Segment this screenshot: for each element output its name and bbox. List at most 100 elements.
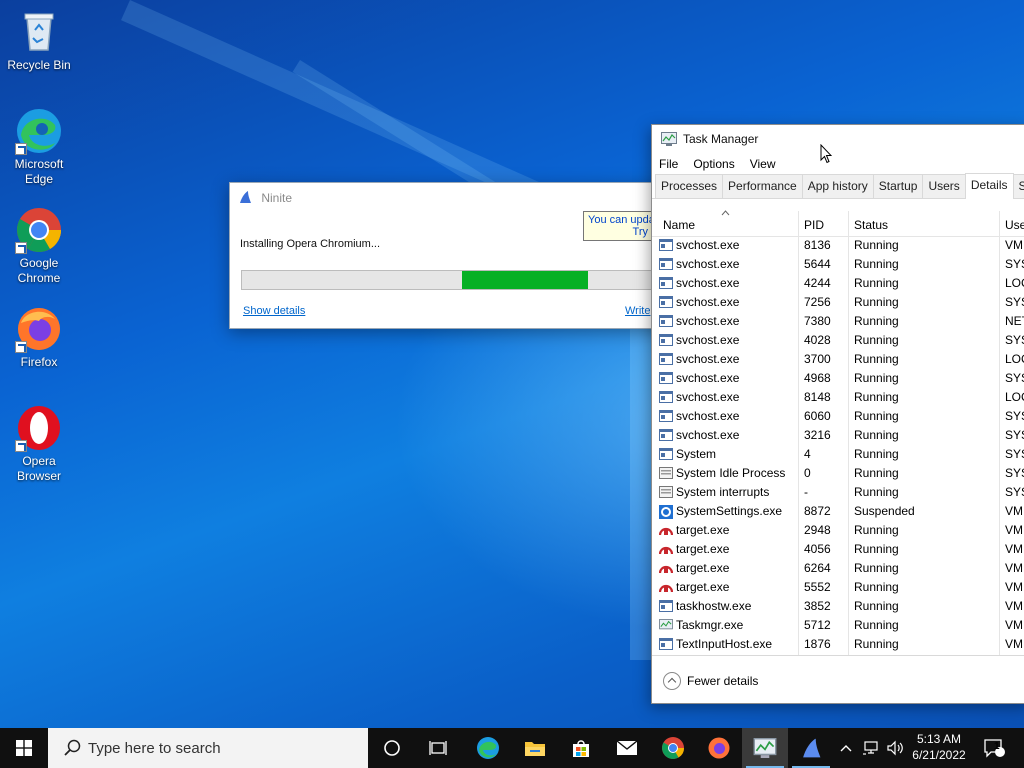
column-header-name[interactable]: Name bbox=[663, 218, 695, 232]
desktop-icon-label: Firefox bbox=[20, 355, 58, 369]
task-manager-window[interactable]: Task Manager File Options View Processes… bbox=[651, 124, 1024, 704]
menu-options[interactable]: Options bbox=[693, 157, 734, 171]
process-row[interactable]: svchost.exe 8136 Running VM bbox=[652, 236, 1024, 255]
task-manager-titlebar[interactable]: Task Manager bbox=[652, 125, 1024, 153]
process-row[interactable]: svchost.exe 4968 Running SYS bbox=[652, 369, 1024, 388]
taskbar-file-explorer[interactable] bbox=[512, 728, 558, 768]
tab-startup[interactable]: Startup bbox=[872, 174, 924, 198]
service-icon bbox=[659, 638, 673, 650]
process-row[interactable]: TextInputHost.exe 1876 Running VM bbox=[652, 635, 1024, 654]
process-row[interactable]: target.exe 2948 Running VM bbox=[652, 521, 1024, 540]
start-button[interactable] bbox=[0, 728, 48, 768]
process-row[interactable]: svchost.exe 3216 Running SYS bbox=[652, 426, 1024, 445]
process-row[interactable]: svchost.exe 3700 Running LOC bbox=[652, 350, 1024, 369]
taskbar-ninite[interactable] bbox=[788, 728, 834, 768]
process-row[interactable]: svchost.exe 5644 Running SYS bbox=[652, 255, 1024, 274]
process-row[interactable]: Taskmgr.exe 5712 Running VM bbox=[652, 616, 1024, 635]
process-row[interactable]: svchost.exe 4028 Running SYS bbox=[652, 331, 1024, 350]
column-header-user[interactable]: Use bbox=[1005, 218, 1024, 232]
process-status: Running bbox=[854, 371, 899, 385]
desktop-icon-chrome[interactable]: Google Chrome bbox=[1, 206, 77, 286]
process-row[interactable]: svchost.exe 7380 Running NET bbox=[652, 312, 1024, 331]
process-status: Running bbox=[854, 314, 899, 328]
service-icon bbox=[659, 353, 673, 365]
task-view-button[interactable] bbox=[416, 728, 462, 768]
menu-view[interactable]: View bbox=[750, 157, 776, 171]
desktop-icon-firefox[interactable]: Firefox bbox=[1, 305, 77, 370]
process-icon bbox=[659, 486, 673, 498]
shortcut-arrow-icon bbox=[15, 143, 27, 155]
process-user: SYS bbox=[1005, 333, 1024, 347]
process-row[interactable]: System 4 Running SYS bbox=[652, 445, 1024, 464]
tab-performance[interactable]: Performance bbox=[722, 174, 803, 198]
process-user: SYS bbox=[1005, 485, 1024, 499]
network-tray-button[interactable] bbox=[858, 728, 884, 768]
process-row[interactable]: taskhostw.exe 3852 Running VM bbox=[652, 597, 1024, 616]
tab-processes[interactable]: Processes bbox=[655, 174, 724, 198]
fewer-details-button[interactable]: Fewer details bbox=[663, 672, 758, 690]
process-row[interactable]: svchost.exe 7256 Running SYS bbox=[652, 293, 1024, 312]
process-row[interactable]: System interrupts - Running SYS bbox=[652, 483, 1024, 502]
process-row[interactable]: svchost.exe 6060 Running SYS bbox=[652, 407, 1024, 426]
desktop-icon-opera[interactable]: Opera Browser bbox=[1, 404, 77, 484]
column-header-status[interactable]: Status bbox=[854, 218, 888, 232]
process-row[interactable]: target.exe 6264 Running VM bbox=[652, 559, 1024, 578]
show-hidden-icons-button[interactable] bbox=[836, 728, 856, 768]
process-status: Running bbox=[854, 580, 899, 594]
process-name: target.exe bbox=[676, 542, 730, 556]
menu-file[interactable]: File bbox=[659, 157, 678, 171]
process-row[interactable]: System Idle Process 0 Running SYS bbox=[652, 464, 1024, 483]
firefox-icon bbox=[708, 737, 730, 759]
process-status: Running bbox=[854, 466, 899, 480]
service-icon bbox=[659, 315, 673, 327]
tab-bar: Processes Performance App history Startu… bbox=[652, 173, 1024, 199]
write-link[interactable]: Write bbox=[625, 305, 650, 317]
desktop-icon-edge[interactable]: Microsoft Edge bbox=[1, 107, 77, 187]
tab-details[interactable]: Details bbox=[964, 173, 1014, 199]
process-pid: 4968 bbox=[804, 371, 831, 385]
taskbar-clock[interactable]: 5:13 AM 6/21/2022 bbox=[904, 731, 974, 763]
taskbar-search-box[interactable]: Type here to search bbox=[48, 728, 368, 768]
process-name: Taskmgr.exe bbox=[676, 618, 744, 632]
process-row[interactable]: SystemSettings.exe 8872 Suspended VM bbox=[652, 502, 1024, 521]
process-row[interactable]: svchost.exe 4244 Running LOC bbox=[652, 274, 1024, 293]
details-table-header: Name PID Status Use bbox=[652, 210, 1024, 237]
install-status-text: Installing Opera Chromium... bbox=[240, 238, 380, 250]
network-icon bbox=[863, 741, 878, 755]
taskbar-task-manager[interactable] bbox=[742, 728, 788, 768]
process-pid: 5552 bbox=[804, 580, 831, 594]
process-row[interactable]: svchost.exe 8148 Running LOC bbox=[652, 388, 1024, 407]
process-user: VM bbox=[1005, 542, 1023, 556]
service-icon bbox=[659, 600, 673, 612]
process-name: target.exe bbox=[676, 580, 730, 594]
action-center-button[interactable]: 1 bbox=[976, 728, 1012, 768]
taskbar-edge[interactable] bbox=[465, 728, 511, 768]
process-user: VM bbox=[1005, 599, 1023, 613]
taskbar-firefox[interactable] bbox=[696, 728, 742, 768]
cortana-button[interactable] bbox=[370, 728, 414, 768]
process-row[interactable]: target.exe 5552 Running VM bbox=[652, 578, 1024, 597]
ninite-window[interactable]: Ninite You can upda Try Installing Opera… bbox=[229, 182, 673, 329]
tab-users[interactable]: Users bbox=[922, 174, 966, 198]
service-icon bbox=[659, 277, 673, 289]
taskbar-store[interactable] bbox=[558, 728, 604, 768]
tab-app-history[interactable]: App history bbox=[801, 174, 874, 198]
ninite-titlebar[interactable]: Ninite bbox=[238, 190, 292, 205]
chrome-icon bbox=[15, 206, 63, 254]
taskbar-chrome[interactable] bbox=[650, 728, 696, 768]
desktop-icon-recycle-bin[interactable]: Recycle Bin bbox=[1, 8, 77, 73]
opera-icon bbox=[15, 404, 63, 452]
process-user: SYS bbox=[1005, 409, 1024, 423]
tab-services[interactable]: Se bbox=[1012, 174, 1024, 198]
show-details-link[interactable]: Show details bbox=[243, 305, 305, 317]
process-name: svchost.exe bbox=[676, 295, 740, 309]
process-user: VM bbox=[1005, 238, 1023, 252]
taskbar-mail[interactable] bbox=[604, 728, 650, 768]
column-header-pid[interactable]: PID bbox=[804, 218, 824, 232]
chevron-up-icon bbox=[840, 745, 852, 752]
process-status: Running bbox=[854, 352, 899, 366]
process-row[interactable]: target.exe 4056 Running VM bbox=[652, 540, 1024, 559]
process-status: Running bbox=[854, 561, 899, 575]
edge-icon bbox=[477, 737, 499, 759]
firefox-icon bbox=[15, 305, 63, 353]
